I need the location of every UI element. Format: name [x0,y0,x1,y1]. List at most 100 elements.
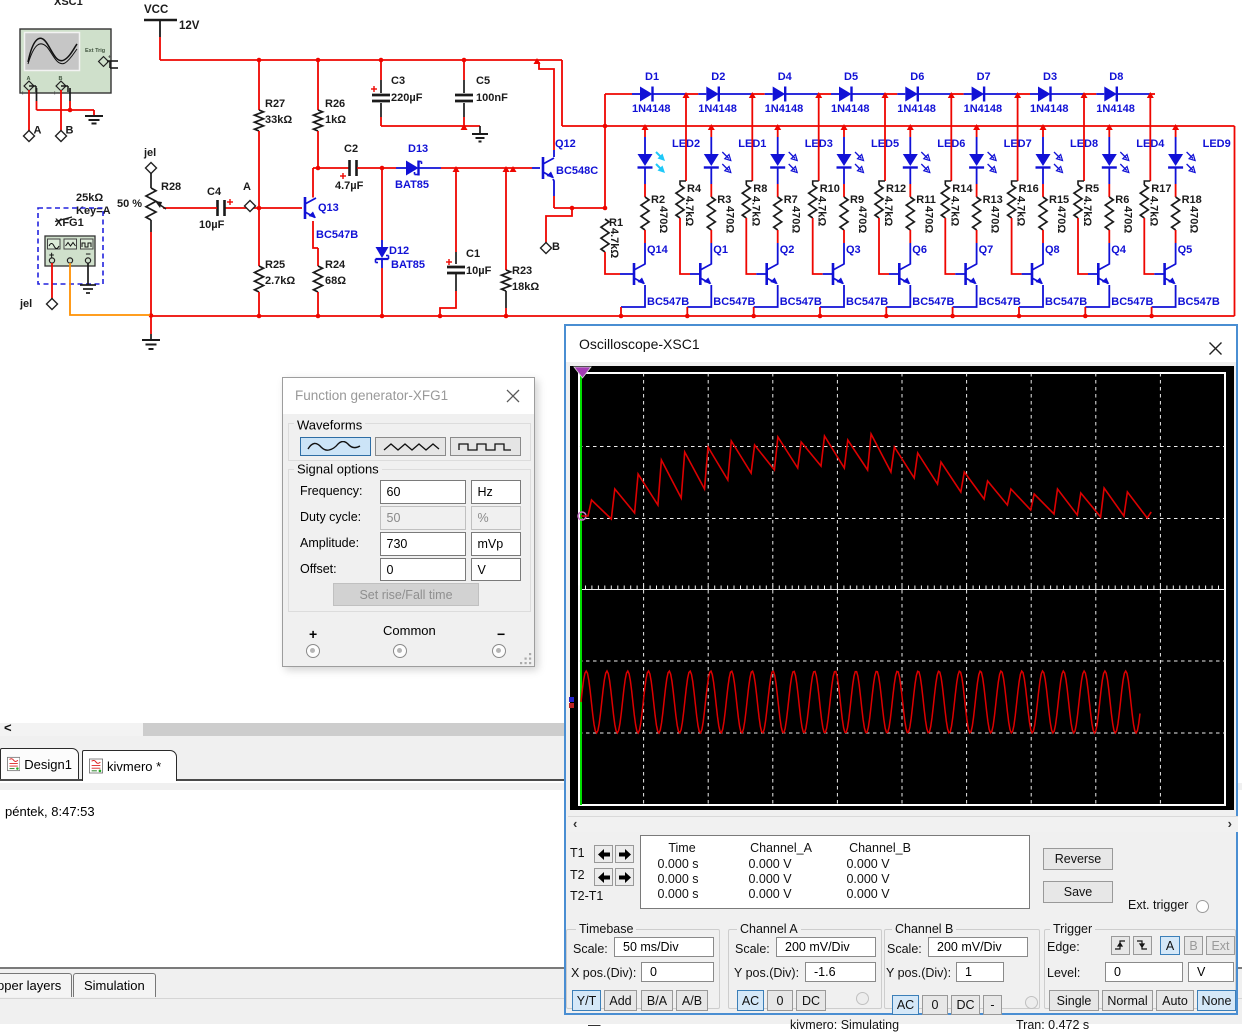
svg-text:4.7kΩ: 4.7kΩ [1147,196,1159,226]
svg-text:R4: R4 [687,183,702,195]
svg-text:4.7kΩ: 4.7kΩ [1081,196,1093,226]
svg-text:BC547B: BC547B [713,296,755,308]
svg-text:Q13: Q13 [318,202,339,214]
svg-text:Q7: Q7 [979,244,994,256]
svg-text:1N4148: 1N4148 [1030,103,1069,115]
svg-text:BC547B: BC547B [647,296,689,308]
svg-text:C2: C2 [344,143,358,155]
svg-text:470Ω: 470Ω [856,206,868,233]
svg-text:Q5: Q5 [1178,244,1193,256]
svg-text:1N4148: 1N4148 [1096,103,1135,115]
svg-text:BC547B: BC547B [979,296,1021,308]
svg-text:R25: R25 [265,259,285,271]
svg-text:BC547B: BC547B [1045,296,1087,308]
svg-text:4.7µF: 4.7µF [335,180,364,192]
svg-text:Q8: Q8 [1045,244,1060,256]
svg-text:4.7kΩ: 4.7kΩ [608,228,620,258]
svg-text:1N4148: 1N4148 [632,103,671,115]
svg-text:4.7kΩ: 4.7kΩ [1015,196,1027,226]
svg-text:D4: D4 [778,71,793,83]
svg-text:68Ω: 68Ω [325,275,346,287]
svg-text:D12: D12 [389,245,409,257]
svg-text:R9: R9 [850,194,864,206]
svg-text:1N4148: 1N4148 [831,103,870,115]
svg-text:R12: R12 [886,183,906,195]
svg-text:B: B [66,125,74,137]
svg-text:C3: C3 [391,75,405,87]
svg-text:D6: D6 [910,71,924,83]
svg-text:220µF: 220µF [391,92,423,104]
svg-text:4.7kΩ: 4.7kΩ [683,196,695,226]
svg-text:B: B [552,241,560,253]
svg-text:33kΩ: 33kΩ [265,114,292,126]
svg-text:LED9: LED9 [1203,138,1231,150]
svg-text:BC547B: BC547B [1178,296,1220,308]
svg-text:R13: R13 [983,194,1003,206]
svg-text:A: A [34,125,42,137]
svg-text:R24: R24 [325,259,346,271]
svg-text:1N4148: 1N4148 [698,103,737,115]
svg-text:4.7kΩ: 4.7kΩ [948,196,960,226]
svg-text:470Ω: 470Ω [922,206,934,233]
svg-text:C4: C4 [207,186,222,198]
svg-text:XSC1: XSC1 [54,0,83,8]
svg-text:50 %: 50 % [117,198,142,210]
svg-text:D5: D5 [844,71,858,83]
svg-text:R8: R8 [753,183,767,195]
svg-text:Q14: Q14 [647,244,669,256]
svg-text:470Ω: 470Ω [1055,206,1067,233]
svg-text:R2: R2 [651,194,665,206]
svg-text:470Ω: 470Ω [1121,206,1133,233]
svg-text:+: + [108,55,111,61]
svg-text:R15: R15 [1049,194,1069,206]
svg-text:A: A [243,181,251,193]
svg-text:1kΩ: 1kΩ [325,114,346,126]
svg-text:R6: R6 [1115,194,1129,206]
svg-text:12V: 12V [179,20,200,32]
svg-text:VCC: VCC [144,4,168,16]
svg-text:Q3: Q3 [846,244,861,256]
svg-text:18kΩ: 18kΩ [512,281,539,293]
svg-text:Q12: Q12 [555,138,576,150]
svg-text:BC547B: BC547B [316,229,358,241]
svg-text:470Ω: 470Ω [723,206,735,233]
svg-text:R14: R14 [952,183,973,195]
svg-text:R11: R11 [916,194,936,206]
svg-text:4.7kΩ: 4.7kΩ [749,196,761,226]
svg-text:25kΩ: 25kΩ [76,192,103,204]
svg-text:R18: R18 [1182,194,1202,206]
svg-text:jel: jel [19,298,32,310]
svg-text:R17: R17 [1151,183,1171,195]
svg-text:4.7kΩ: 4.7kΩ [816,196,828,226]
svg-text:BC547B: BC547B [1111,296,1153,308]
svg-text:D8: D8 [1109,71,1123,83]
svg-text:XFG1: XFG1 [55,217,84,229]
svg-text:BAT85: BAT85 [395,179,429,191]
svg-text:R3: R3 [717,194,731,206]
svg-text:C1: C1 [466,248,480,260]
svg-text:Key=A: Key=A [76,205,111,217]
svg-text:+: + [21,91,25,97]
svg-text:D7: D7 [977,71,991,83]
svg-text:R28: R28 [161,181,181,193]
svg-text:100nF: 100nF [476,92,508,104]
svg-text:jel: jel [143,147,156,159]
svg-text:470Ω: 470Ω [657,206,669,233]
svg-text:470Ω: 470Ω [1188,206,1200,233]
svg-text:R16: R16 [1019,183,1039,195]
svg-text:D13: D13 [408,143,428,155]
svg-text:470Ω: 470Ω [989,206,1001,233]
svg-text:R7: R7 [784,194,798,206]
svg-text:Ext Trig: Ext Trig [85,48,105,54]
svg-text:470Ω: 470Ω [790,206,802,233]
svg-text:R26: R26 [325,98,345,110]
svg-text:10µF: 10µF [199,219,225,231]
svg-text:C5: C5 [476,75,490,87]
svg-text:Q4: Q4 [1111,244,1127,256]
svg-text:10µF: 10µF [466,265,492,277]
svg-text:BC548C: BC548C [556,165,598,177]
svg-text:+: + [53,91,57,97]
svg-text:2.7kΩ: 2.7kΩ [265,275,295,287]
svg-text:Q2: Q2 [780,244,795,256]
svg-text:4.7kΩ: 4.7kΩ [882,196,894,226]
